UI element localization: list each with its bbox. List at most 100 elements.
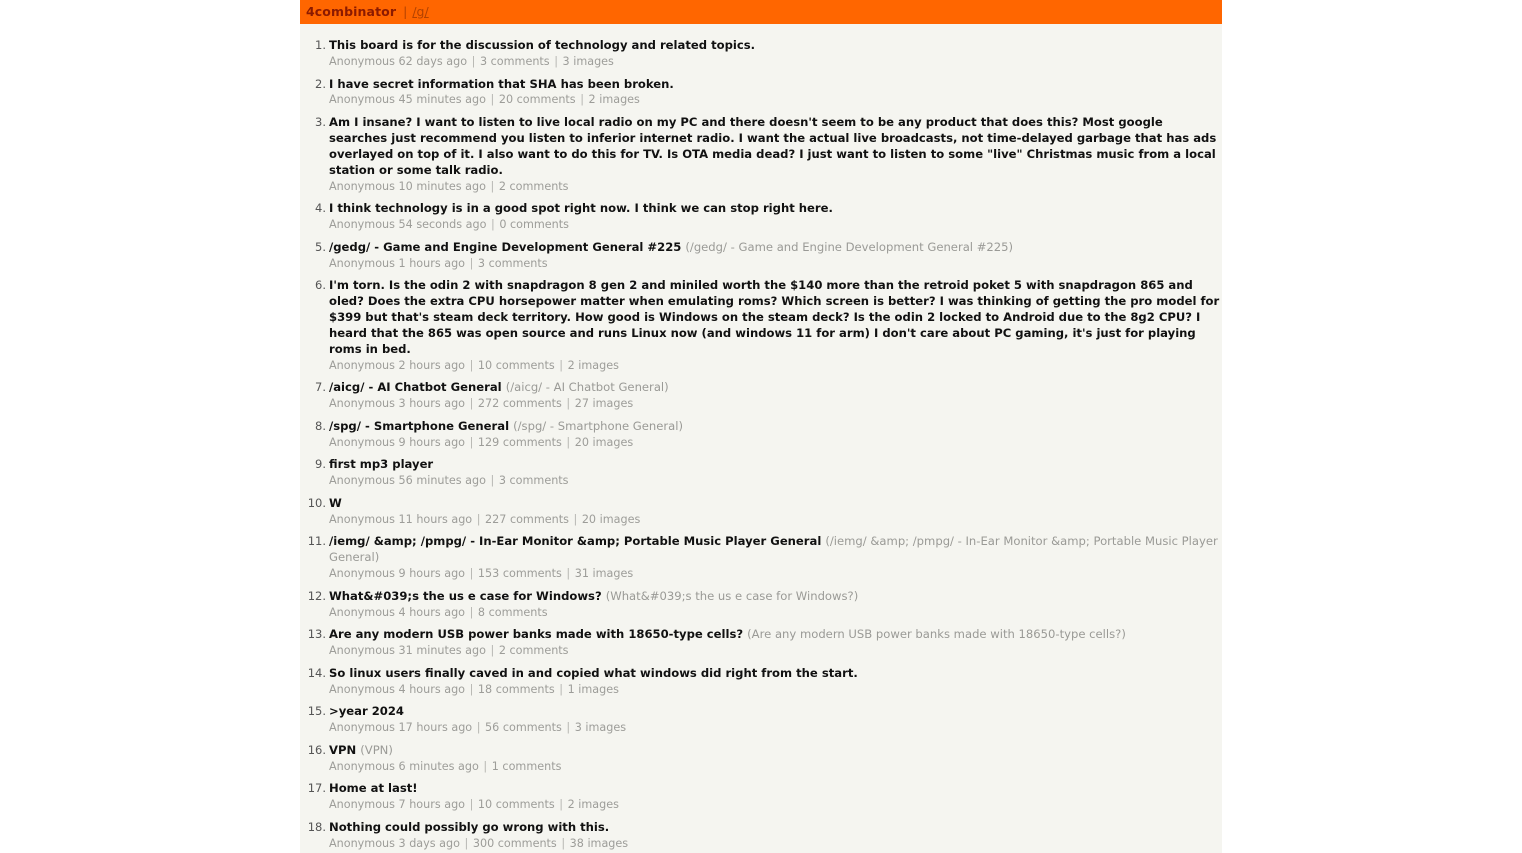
thread-timestamp: 6 minutes ago [398, 759, 479, 773]
thread-title-line: VPN (VPN) [329, 743, 1222, 759]
thread-subject-link[interactable]: I think technology is in a good spot rig… [329, 201, 833, 215]
meta-separator: | [562, 435, 574, 449]
thread-timestamp: 1 hours ago [398, 256, 466, 270]
thread-item[interactable]: 3. Am I insane? I want to listen to live … [300, 115, 1222, 194]
thread-comment-count: 129 comments [477, 435, 562, 449]
thread-subject-link[interactable]: Home at last! [329, 781, 418, 795]
thread-subject-link[interactable]: Are any modern USB power banks made with… [329, 627, 743, 641]
thread-author: Anonymous [329, 567, 395, 581]
meta-separator: | [555, 798, 567, 812]
thread-item[interactable]: 11./iemg/ &amp; /pmpg/ - In-Ear Monitor … [300, 534, 1222, 581]
meta-separator: | [569, 512, 581, 526]
thread-timestamp: 4 hours ago [398, 682, 466, 696]
thread-timestamp: 56 minutes ago [398, 474, 486, 488]
thread-subject-link[interactable]: Nothing could possibly go wrong with thi… [329, 820, 609, 834]
meta-separator: | [487, 218, 499, 232]
thread-subject-link[interactable]: /gedg/ - Game and Engine Development Gen… [329, 240, 681, 254]
thread-meta: Anonymous 45 minutes ago | 20 comments |… [329, 92, 1222, 108]
meta-separator: | [466, 605, 477, 619]
thread-meta: Anonymous 6 minutes ago | 1 comments [329, 759, 1222, 775]
thread-index: 16. [307, 742, 326, 757]
thread-subject-link[interactable]: I have secret information that SHA has b… [329, 77, 674, 91]
meta-separator: | [550, 54, 562, 68]
thread-item[interactable]: 4. I think technology is in a good spot r… [300, 201, 1222, 233]
thread-index: 10. [307, 495, 326, 510]
thread-body: first mp3 player Anonymous 56 minutes ago… [326, 457, 1222, 489]
thread-item[interactable]: 9. first mp3 player Anonymous 56 minutes a… [300, 457, 1222, 489]
thread-subject-link[interactable]: first mp3 player [329, 457, 433, 471]
thread-item[interactable]: 1. This board is for the discussion of te… [300, 38, 1222, 70]
thread-timestamp: 45 minutes ago [398, 93, 486, 107]
thread-body: I think technology is in a good spot rig… [326, 201, 1222, 233]
thread-item[interactable]: 13. Are any modern USB power banks made w… [300, 627, 1222, 659]
thread-subject-link[interactable]: Am I insane? I want to listen to live lo… [329, 115, 1216, 177]
meta-separator: | [555, 358, 567, 372]
thread-item[interactable]: 10. W Anonymous 11 hours ago | 227 comment… [300, 496, 1222, 528]
thread-item[interactable]: 12. What&#039;s the us e case for Windows… [300, 589, 1222, 621]
thread-subject-link[interactable]: /spg/ - Smartphone General [329, 419, 509, 433]
thread-index: 7. [315, 380, 326, 395]
thread-body: Nothing could possibly go wrong with thi… [326, 820, 1222, 852]
thread-meta: Anonymous 17 hours ago | 56 comments | 3… [329, 720, 1222, 736]
thread-comment-count: 3 comments [477, 256, 548, 270]
thread-item[interactable]: 14. So linux users finally caved in and c… [300, 666, 1222, 698]
thread-item[interactable]: 6. I'm torn. Is the odin 2 with snapdrago… [300, 278, 1222, 373]
thread-title-line: first mp3 player [329, 457, 1222, 473]
thread-item[interactable]: 16. VPN (VPN) Anonymous 6 minutes ago | 1 … [300, 743, 1222, 775]
thread-comment-count: 18 comments [477, 682, 555, 696]
thread-alt-title: (What&#039;s the us e case for Windows?) [605, 588, 859, 603]
thread-body: /iemg/ &amp; /pmpg/ - In-Ear Monitor &am… [326, 534, 1222, 581]
meta-separator: | [473, 721, 485, 735]
meta-separator: | [466, 397, 477, 411]
thread-index: 12. [307, 588, 326, 603]
meta-separator: | [466, 435, 477, 449]
thread-body: Are any modern USB power banks made with… [326, 627, 1222, 659]
thread-subject-link[interactable]: VPN [329, 743, 356, 757]
thread-body: VPN (VPN) Anonymous 6 minutes ago | 1 com… [326, 743, 1222, 775]
thread-body: I'm torn. Is the odin 2 with snapdragon … [326, 278, 1222, 373]
thread-item[interactable]: 2. I have secret information that SHA has… [300, 77, 1222, 109]
meta-separator: | [576, 93, 588, 107]
meta-separator: | [562, 567, 574, 581]
thread-subject-link[interactable]: So linux users finally caved in and copi… [329, 666, 858, 680]
board-link-g[interactable]: /g/ [412, 0, 428, 24]
thread-item[interactable]: 17. Home at last! Anonymous 7 hours ago | … [300, 781, 1222, 813]
thread-author: Anonymous [329, 836, 395, 850]
thread-author: Anonymous [329, 218, 395, 232]
thread-author: Anonymous [329, 605, 395, 619]
thread-meta: Anonymous 62 days ago | 3 comments | 3 i… [329, 54, 1222, 70]
thread-item[interactable]: 5./gedg/ - Game and Engine Development G… [300, 240, 1222, 272]
thread-item[interactable]: 8./spg/ - Smartphone General (/spg/ - Sm… [300, 419, 1222, 451]
meta-separator: | [466, 682, 477, 696]
thread-item[interactable]: 15. >year 2024 Anonymous 17 hours ago | 56… [300, 704, 1222, 736]
thread-index: 14. [307, 665, 326, 680]
thread-meta: Anonymous 4 hours ago | 8 comments [329, 605, 1222, 621]
thread-comment-count: 10 comments [477, 798, 555, 812]
thread-subject-link[interactable]: >year 2024 [329, 704, 404, 718]
thread-timestamp: 62 days ago [398, 54, 468, 68]
thread-meta: Anonymous 3 days ago | 300 comments | 38… [329, 836, 1222, 852]
thread-index: 4. [315, 201, 326, 216]
meta-separator: | [466, 256, 477, 270]
thread-timestamp: 31 minutes ago [398, 644, 486, 658]
thread-subject-link[interactable]: W [329, 496, 342, 510]
thread-subject-link[interactable]: /aicg/ - AI Chatbot General [329, 380, 502, 394]
thread-subject-link[interactable]: I'm torn. Is the odin 2 with snapdragon … [329, 278, 1219, 356]
thread-subject-link[interactable]: This board is for the discussion of tech… [329, 38, 755, 52]
thread-body: So linux users finally caved in and copi… [326, 666, 1222, 698]
thread-index: 18. [307, 819, 326, 834]
thread-image-count: 38 images [569, 836, 629, 850]
thread-subject-link[interactable]: /iemg/ &amp; /pmpg/ - In-Ear Monitor &am… [329, 534, 821, 548]
thread-item[interactable]: 18. Nothing could possibly go wrong with … [300, 820, 1222, 852]
thread-author: Anonymous [329, 644, 395, 658]
thread-timestamp: 9 hours ago [398, 567, 466, 581]
content-column: 4combinator | /g/ 1. This board is for th… [300, 0, 1222, 853]
thread-index: 9. [315, 457, 326, 472]
thread-comment-count: 10 comments [477, 358, 555, 372]
meta-separator: | [486, 93, 498, 107]
thread-item[interactable]: 7./aicg/ - AI Chatbot General (/aicg/ - … [300, 380, 1222, 412]
thread-comment-count: 153 comments [477, 567, 562, 581]
thread-image-count: 3 images [562, 54, 614, 68]
thread-subject-link[interactable]: What&#039;s the us e case for Windows? [329, 589, 602, 603]
thread-comment-count: 0 comments [499, 218, 569, 232]
